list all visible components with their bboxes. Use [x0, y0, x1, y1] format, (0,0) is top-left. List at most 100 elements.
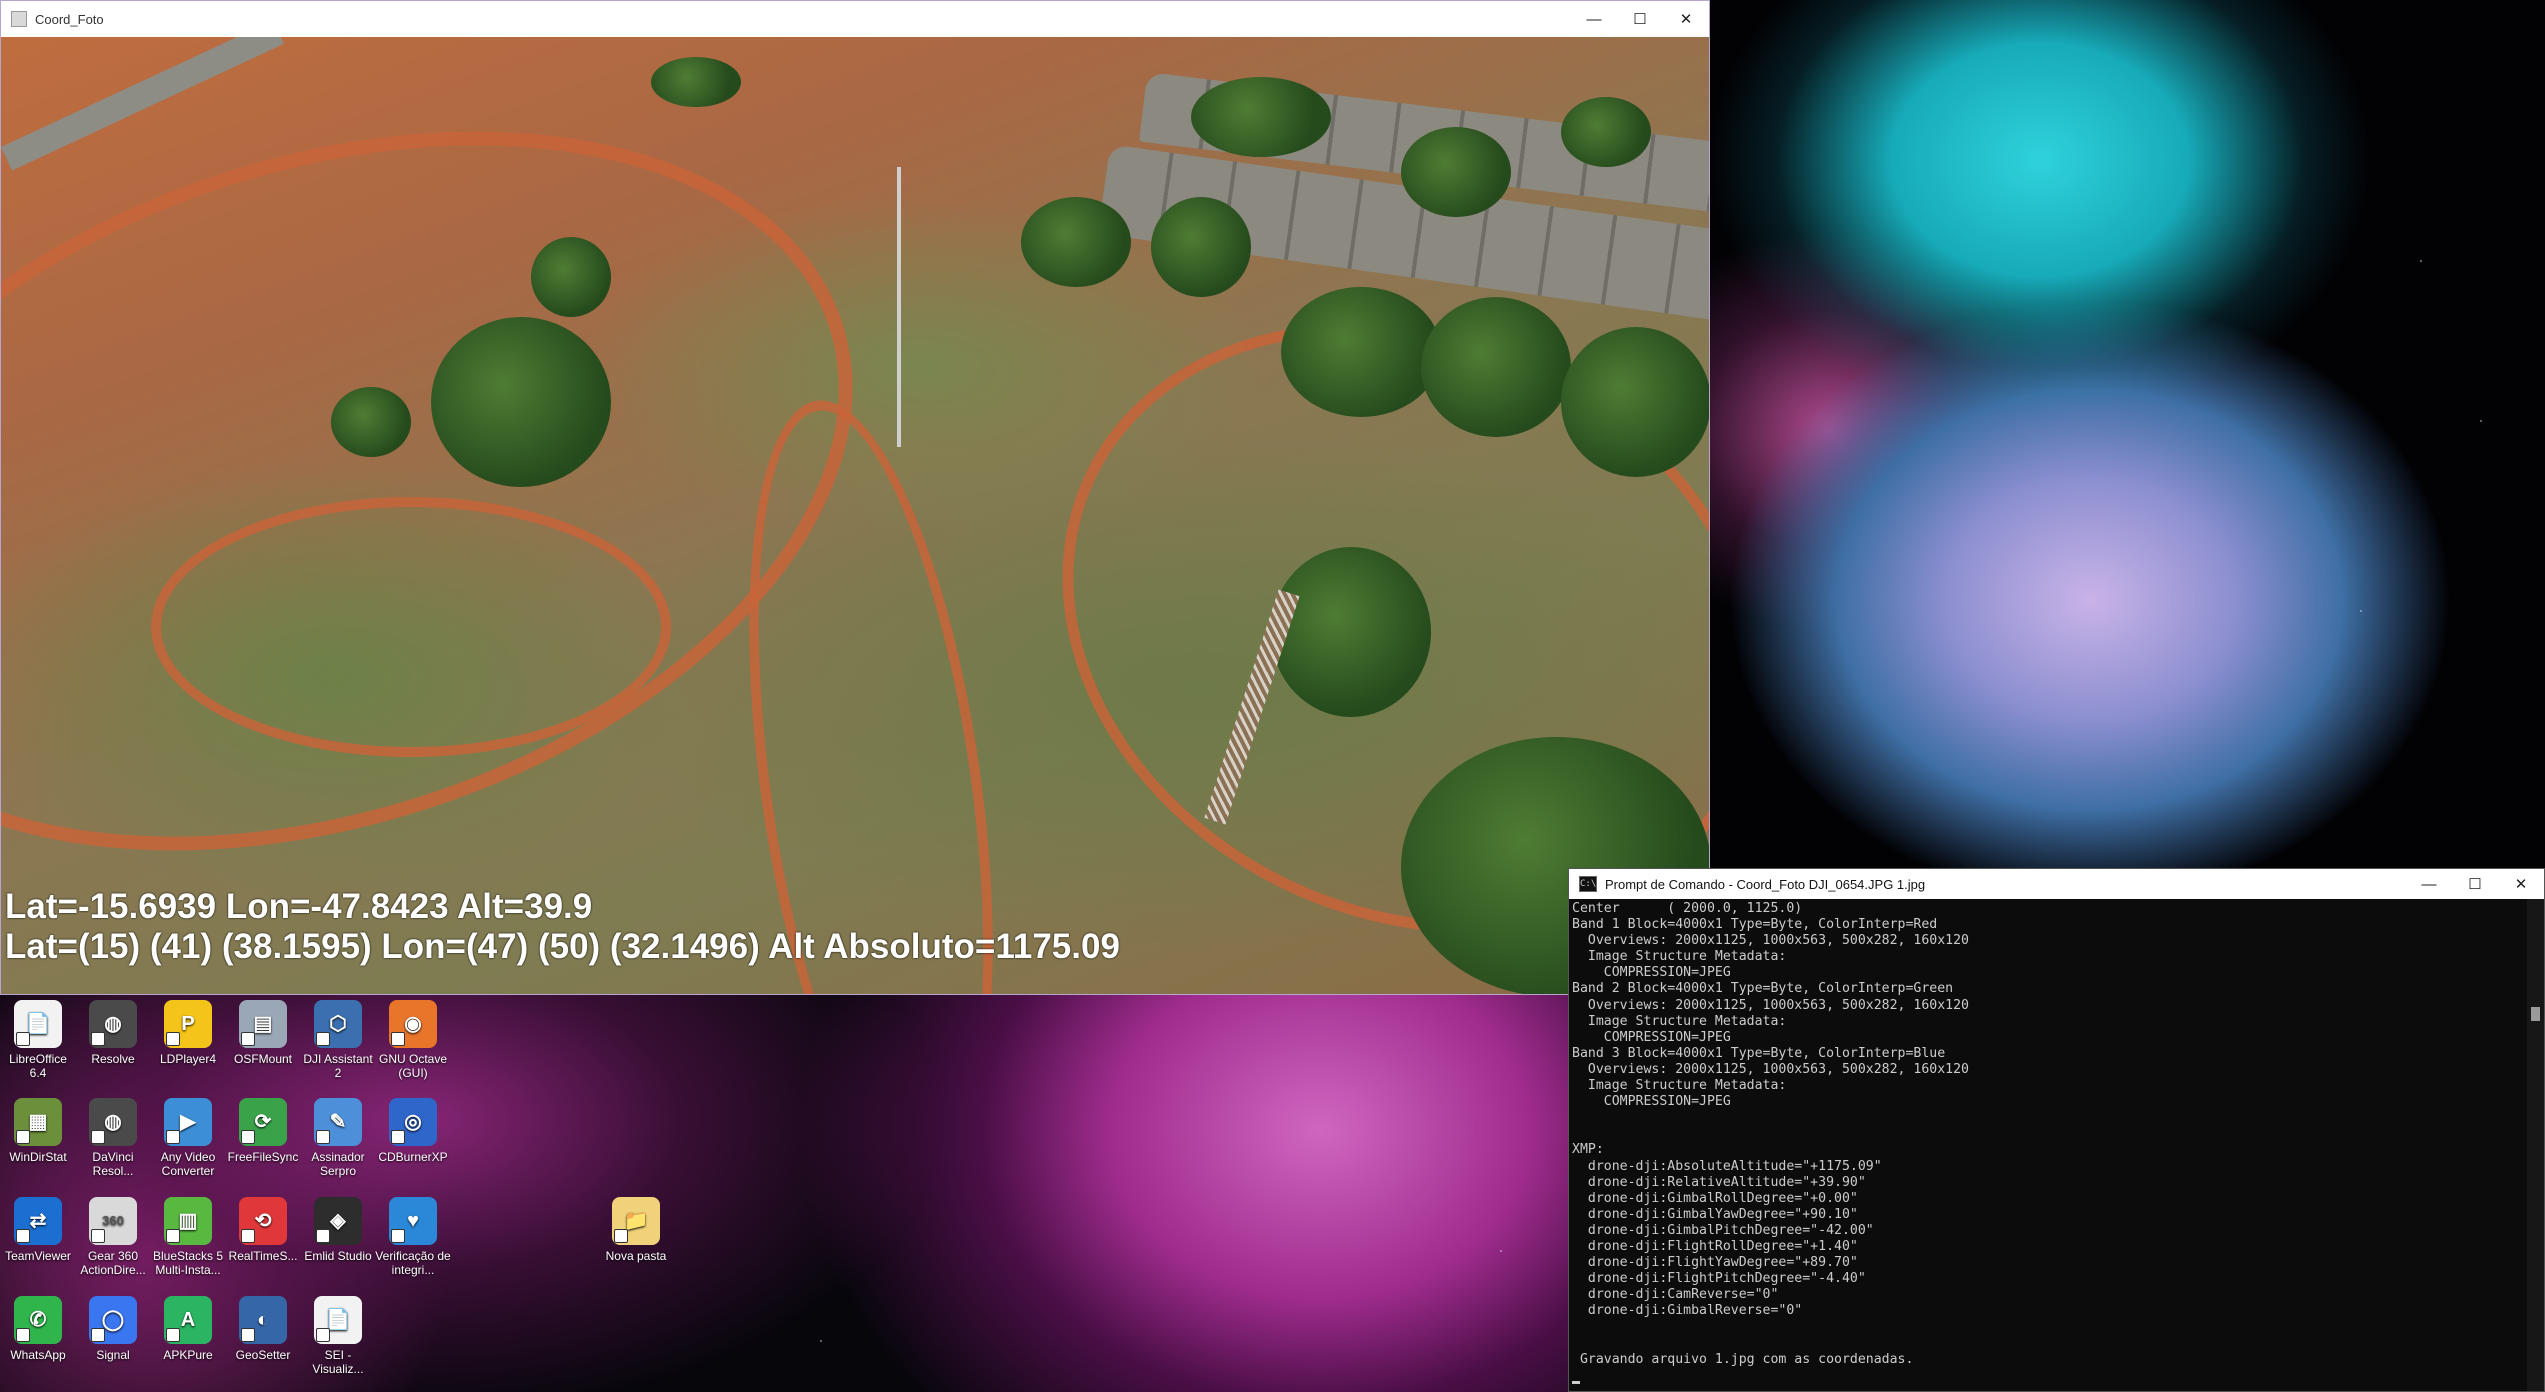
- realtimesync-icon: ⟲: [239, 1197, 287, 1245]
- app-icon: [11, 11, 27, 27]
- assinador-serpro-icon: ✎: [314, 1098, 362, 1146]
- tree: [1561, 327, 1709, 477]
- window-title: Prompt de Comando - Coord_Foto DJI_0654.…: [1605, 876, 1926, 892]
- console-prompt-line[interactable]: [1572, 1368, 2524, 1384]
- shortcut-label: Verificação de integri...: [375, 1249, 451, 1277]
- close-button[interactable]: ✕: [2498, 869, 2544, 899]
- cdburnerxp-icon: ◎: [389, 1098, 437, 1146]
- libreoffice-icon: 📄: [14, 1000, 62, 1048]
- ldplayer-icon: P: [164, 1000, 212, 1048]
- console-line: Overviews: 2000x1125, 1000x563, 500x282,…: [1572, 1061, 1969, 1077]
- console-line: Band 3 Block=4000x1 Type=Byte, ColorInte…: [1572, 1045, 1946, 1061]
- desktop-shortcut[interactable]: ◈ Emlid Studio: [300, 1197, 376, 1263]
- desktop-shortcut[interactable]: 📄 SEI - Visualiz...: [300, 1296, 376, 1376]
- console-output[interactable]: Center ( 2000.0, 1125.0) Band 1 Block=400…: [1572, 901, 2524, 1391]
- maximize-button[interactable]: ☐: [2452, 869, 2498, 899]
- wallpaper-star: [1500, 1250, 1502, 1252]
- dirt-track: [151, 497, 671, 757]
- desktop-shortcut[interactable]: ♥ Verificação de integri...: [375, 1197, 451, 1277]
- apkpure-icon: A: [164, 1296, 212, 1344]
- console-line: drone-dji:GimbalReverse="0": [1572, 1303, 1803, 1319]
- shortcut-label: CDBurnerXP: [378, 1150, 448, 1164]
- desktop-shortcut[interactable]: ◉ GNU Octave (GUI): [375, 1000, 451, 1080]
- console-line: COMPRESSION=JPEG: [1572, 965, 1731, 981]
- desktop-shortcut[interactable]: 360 Gear 360 ActionDire...: [75, 1197, 151, 1277]
- console-line: COMPRESSION=JPEG: [1572, 1094, 1731, 1110]
- coord-foto-window[interactable]: Coord_Foto — ☐ ✕ Lat=-15.6939 Lon=-47.84…: [0, 0, 1710, 995]
- desktop-shortcut[interactable]: ⟲ RealTimeS...: [225, 1197, 301, 1263]
- shortcut-label: GNU Octave (GUI): [378, 1052, 447, 1080]
- desktop-shortcut[interactable]: ✆ WhatsApp: [0, 1296, 76, 1362]
- desktop-shortcut[interactable]: ⇄ TeamViewer: [0, 1197, 76, 1263]
- tree: [1421, 297, 1571, 437]
- desktop-shortcut[interactable]: ⟳ FreeFileSync: [225, 1098, 301, 1164]
- minimize-button[interactable]: —: [2406, 869, 2452, 899]
- any-video-converter-icon: ▶: [164, 1098, 212, 1146]
- desktop-shortcut[interactable]: P LDPlayer4: [150, 1000, 226, 1066]
- maximize-button[interactable]: ☐: [1617, 1, 1663, 37]
- shortcut-label: Signal: [96, 1348, 130, 1362]
- console-line: drone-dji:AbsoluteAltitude="+1175.09": [1572, 1158, 1882, 1174]
- tree: [1281, 287, 1441, 417]
- geosetter-icon: ◐: [239, 1296, 287, 1344]
- command-prompt-window[interactable]: C:\ Prompt de Comando - Coord_Foto DJI_0…: [1568, 868, 2545, 1392]
- light-pole: [897, 167, 901, 447]
- desktop-shortcut[interactable]: 📄 LibreOffice 6.4: [0, 1000, 76, 1080]
- wallpaper-ink-cloud: [1710, 0, 2545, 870]
- resolve-icon: ◍: [89, 1000, 137, 1048]
- window-controls: — ☐ ✕: [1571, 1, 1709, 37]
- tree: [1191, 77, 1331, 157]
- tree: [1021, 197, 1131, 287]
- verificacao-integridade-icon: ♥: [389, 1197, 437, 1245]
- desktop-shortcut[interactable]: ⬡ DJI Assistant 2: [300, 1000, 376, 1080]
- shortcut-label: FreeFileSync: [227, 1150, 299, 1164]
- gps-decimal-overlay: Lat=-15.6939 Lon=-47.8423 Alt=39.9: [5, 887, 593, 926]
- coord-foto-titlebar[interactable]: Coord_Foto — ☐ ✕: [1, 1, 1709, 37]
- command-prompt-titlebar[interactable]: C:\ Prompt de Comando - Coord_Foto DJI_0…: [1569, 869, 2544, 899]
- dji-assistant-icon: ⬡: [314, 1000, 362, 1048]
- desktop-shortcut[interactable]: ▤ OSFMount: [225, 1000, 301, 1066]
- close-button[interactable]: ✕: [1663, 1, 1709, 37]
- console-line: drone-dji:FlightRollDegree="+1.40": [1572, 1238, 1858, 1254]
- text-cursor: [1572, 1380, 1580, 1384]
- desktop-shortcut[interactable]: ▦ WinDirStat: [0, 1098, 76, 1164]
- shortcut-label: DJI Assistant 2: [303, 1052, 373, 1080]
- desktop-shortcut[interactable]: ◍ DaVinci Resol...: [75, 1098, 151, 1178]
- console-line: drone-dji:GimbalYawDegree="+90.10": [1572, 1206, 1858, 1222]
- desktop-shortcut[interactable]: ◍ Resolve: [75, 1000, 151, 1066]
- emlid-studio-icon: ◈: [314, 1197, 362, 1245]
- desktop-shortcut[interactable]: A APKPure: [150, 1296, 226, 1362]
- scrollbar-thumb[interactable]: [2531, 1007, 2540, 1021]
- desktop-shortcut[interactable]: ◐ GeoSetter: [225, 1296, 301, 1362]
- desktop-shortcut[interactable]: ▶ Any Video Converter: [150, 1098, 226, 1178]
- gps-dms-overlay: Lat=(15) (41) (38.1595) Lon=(47) (50) (3…: [5, 927, 1120, 966]
- tree: [1271, 547, 1431, 717]
- freefilesync-icon: ⟳: [239, 1098, 287, 1146]
- shortcut-label: BlueStacks 5 Multi-Insta...: [152, 1249, 224, 1277]
- console-line: Center ( 2000.0, 1125.0): [1572, 901, 1803, 916]
- desktop-shortcut[interactable]: ◎ CDBurnerXP: [375, 1098, 451, 1164]
- shortcut-label: TeamViewer: [5, 1249, 71, 1263]
- desktop-shortcut[interactable]: ◯ Signal: [75, 1296, 151, 1362]
- minimize-button[interactable]: —: [1571, 1, 1617, 37]
- tree: [331, 387, 411, 457]
- shortcut-label: Any Video Converter: [160, 1150, 216, 1178]
- shortcut-label: LibreOffice 6.4: [9, 1052, 67, 1080]
- aerial-photo[interactable]: Lat=-15.6939 Lon=-47.8423 Alt=39.9 Lat=(…: [1, 37, 1709, 994]
- shortcut-label: SEI - Visualiz...: [312, 1348, 364, 1376]
- gear360-icon: 360: [89, 1197, 137, 1245]
- desktop-shortcut[interactable]: ✎ Assinador Serpro: [300, 1098, 376, 1178]
- shortcut-label: OSFMount: [233, 1052, 293, 1066]
- desktop-shortcut[interactable]: ▥ BlueStacks 5 Multi-Insta...: [150, 1197, 226, 1277]
- console-line: Band 2 Block=4000x1 Type=Byte, ColorInte…: [1572, 981, 1954, 997]
- shortcut-label: Assinador Serpro: [311, 1150, 365, 1178]
- road: [1, 37, 284, 171]
- console-line: COMPRESSION=JPEG: [1572, 1029, 1731, 1045]
- desktop-shortcut[interactable]: 📁 Nova pasta: [598, 1197, 674, 1263]
- vertical-scrollbar[interactable]: [2527, 899, 2544, 1391]
- console-line: drone-dji:RelativeAltitude="+39.90": [1572, 1174, 1866, 1190]
- console-line: Overviews: 2000x1125, 1000x563, 500x282,…: [1572, 933, 1969, 949]
- signal-icon: ◯: [89, 1296, 137, 1344]
